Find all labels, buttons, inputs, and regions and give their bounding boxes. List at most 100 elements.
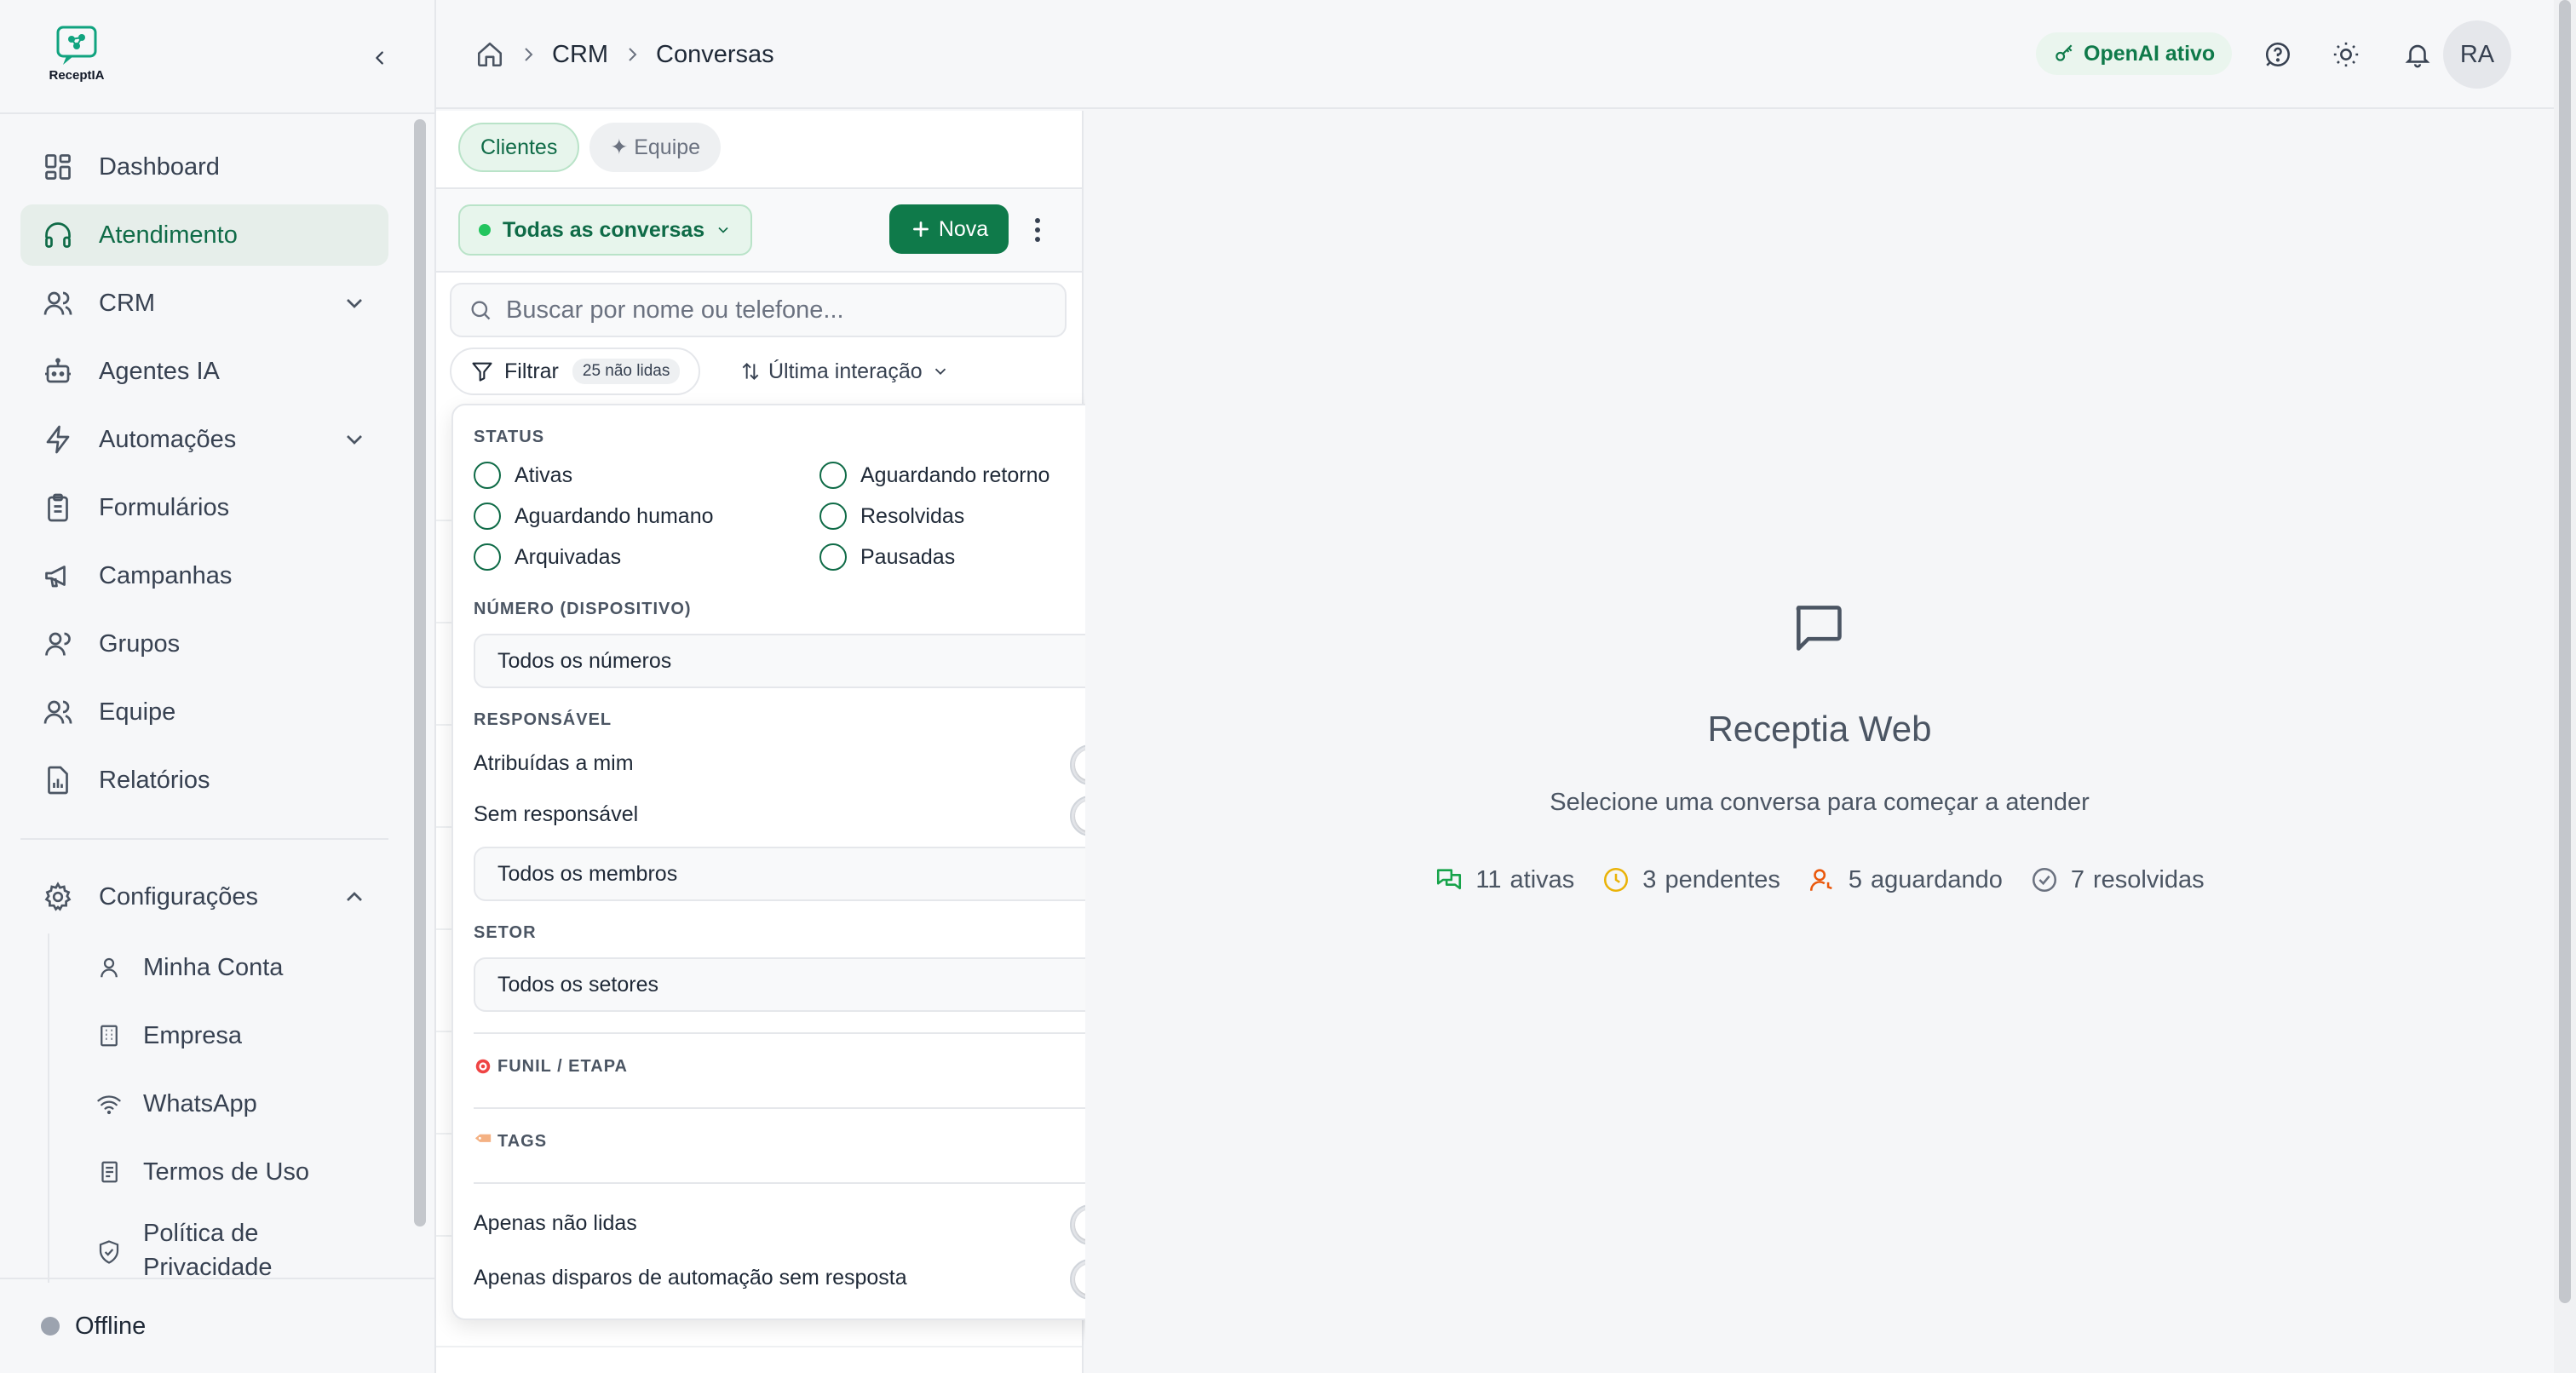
list-divider xyxy=(436,1346,1082,1347)
theme-toggle-button[interactable] xyxy=(2327,36,2365,73)
active-dot xyxy=(479,224,491,236)
avatar[interactable]: RA xyxy=(2443,20,2511,89)
notifications-button[interactable] xyxy=(2399,36,2436,73)
sector-select[interactable]: Todos os setores xyxy=(474,957,1145,1012)
sidebar-item-equipe[interactable]: Equipe xyxy=(20,681,388,743)
bell-icon xyxy=(2405,44,2430,68)
stat-count: 3 xyxy=(1642,865,1657,893)
sidebar-item-label: Relatórios xyxy=(99,766,210,794)
stat-label: resolvidas xyxy=(2093,865,2205,893)
chevron-down-icon xyxy=(934,368,946,376)
message-square-icon xyxy=(1796,606,1842,651)
sidebar-nav: Dashboard Atendimento CRM Agentes IA Aut… xyxy=(20,136,388,818)
sort-arrows-icon xyxy=(742,362,759,381)
openai-status-badge[interactable]: OpenAI ativo xyxy=(2036,32,2233,75)
status-radio-pausadas[interactable]: Pausadas xyxy=(819,543,955,571)
collapse-sidebar-button[interactable] xyxy=(365,43,395,73)
sidebar-item-configuracoes[interactable]: Configurações xyxy=(20,866,388,928)
sidebar-item-crm[interactable]: CRM xyxy=(20,273,388,334)
sidebar-item-formularios[interactable]: Formulários xyxy=(20,477,388,538)
subnav-item-minha-conta[interactable]: Minha Conta xyxy=(49,934,388,1002)
empty-state-subtitle: Selecione uma conversa para começar a at… xyxy=(1550,789,2090,816)
building-icon xyxy=(95,1022,123,1049)
radio-circle xyxy=(819,543,847,571)
new-conversation-button[interactable]: Nova xyxy=(889,204,1009,254)
sidebar: ReceptIA Dashboard Atendimento CRM Agent… xyxy=(0,0,436,1373)
brain-logo-icon xyxy=(56,26,97,65)
more-options-button[interactable] xyxy=(1024,211,1051,249)
breadcrumb: CRM Conversas xyxy=(475,34,774,75)
status-radio-ativas[interactable]: Ativas xyxy=(474,462,572,489)
device-select-value: Todos os números xyxy=(497,648,672,673)
sidebar-item-campanhas[interactable]: Campanhas xyxy=(20,545,388,606)
subnav-item-label: Política de Privacidade xyxy=(143,1220,273,1281)
check-circle-icon xyxy=(2032,867,2056,893)
chevron-left-icon xyxy=(376,51,383,65)
subnav-item-empresa[interactable]: Empresa xyxy=(49,1002,388,1070)
key-icon xyxy=(2056,44,2073,61)
conversation-empty-state: Receptia Web Selecione uma conversa para… xyxy=(1085,111,2554,1373)
member-select[interactable]: Todos os membros xyxy=(474,847,1145,901)
toggle-row-no-owner: Sem responsável xyxy=(474,792,1145,836)
clipboard-icon xyxy=(41,491,75,525)
radio-label: Resolvidas xyxy=(860,503,965,528)
sidebar-item-relatorios[interactable]: Relatórios xyxy=(20,750,388,811)
help-chat-icon xyxy=(2266,42,2291,66)
breadcrumb-crm[interactable]: CRM xyxy=(552,41,608,69)
sidebar-item-agentes-ia[interactable]: Agentes IA xyxy=(20,341,388,402)
headphones-icon xyxy=(41,218,75,252)
status-radio-aguardando-retorno[interactable]: Aguardando retorno xyxy=(819,462,1049,489)
shield-icon xyxy=(95,1238,123,1266)
device-select[interactable]: Todos os números xyxy=(474,634,1145,688)
sidebar-item-label: Equipe xyxy=(99,698,176,726)
page-scrollbar[interactable] xyxy=(2554,0,2576,1373)
subnav-item-termos[interactable]: Termos de Uso xyxy=(49,1138,388,1206)
subnav-item-whatsapp[interactable]: WhatsApp xyxy=(49,1070,388,1138)
sidebar-header: ReceptIA xyxy=(0,0,434,114)
stat-label: pendentes xyxy=(1665,865,1780,893)
nav-divider xyxy=(20,838,388,840)
sidebar-item-label: Grupos xyxy=(99,629,181,658)
stat-label: aguardando xyxy=(1871,865,2003,893)
dashboard-icon xyxy=(41,150,75,184)
radio-circle xyxy=(474,543,501,571)
page-scrollbar-thumb[interactable] xyxy=(2559,0,2571,1303)
tab-clientes[interactable]: Clientes xyxy=(458,123,580,172)
tags-accordion[interactable]: TAGS xyxy=(474,1124,1145,1158)
messages-icon xyxy=(1437,869,1462,890)
sidebar-item-atendimento[interactable]: Atendimento xyxy=(20,204,388,266)
toggle-row-unread-only: Apenas não lidas xyxy=(474,1201,1145,1245)
team-icon xyxy=(41,695,75,729)
help-button[interactable] xyxy=(2259,36,2297,73)
member-select-value: Todos os membros xyxy=(497,861,678,886)
sort-label: Última interação xyxy=(768,359,923,383)
sidebar-item-grupos[interactable]: Grupos xyxy=(20,613,388,675)
filter-button[interactable]: Filtrar 25 não lidas xyxy=(450,348,701,395)
sidebar-item-dashboard[interactable]: Dashboard xyxy=(20,136,388,198)
subnav-item-politica[interactable]: Política de Privacidade xyxy=(49,1206,388,1283)
owner-section-label: RESPONSÁVEL xyxy=(474,710,612,729)
connection-status: Offline xyxy=(0,1278,434,1373)
conversation-scope-dropdown[interactable]: Todas as conversas xyxy=(458,204,753,256)
search-input[interactable] xyxy=(506,296,1034,325)
search-field[interactable] xyxy=(450,283,1067,337)
brand-logo[interactable]: ReceptIA xyxy=(46,26,107,87)
funnel-accordion[interactable]: FUNIL / ETAPA xyxy=(474,1049,1145,1083)
status-radio-aguardando-humano[interactable]: Aguardando humano xyxy=(474,503,714,530)
radio-label: Ativas xyxy=(515,462,573,487)
status-radio-arquivadas[interactable]: Arquivadas xyxy=(474,543,621,571)
sidebar-item-label: Formulários xyxy=(99,493,230,521)
stat-pendentes: 3 pendentes xyxy=(1601,865,1780,894)
sidebar-scrollbar[interactable] xyxy=(414,119,426,1227)
chevron-down-icon xyxy=(718,227,728,233)
stat-resolvidas: 7 resolvidas xyxy=(2030,865,2205,894)
sidebar-item-automacoes[interactable]: Automações xyxy=(20,409,388,470)
home-icon[interactable] xyxy=(475,40,504,69)
tab-equipe[interactable]: ✦ Equipe xyxy=(589,123,722,172)
divider xyxy=(474,1032,1145,1034)
subnav-item-label: Termos de Uso xyxy=(143,1158,310,1186)
users-icon xyxy=(41,286,75,320)
sort-dropdown[interactable]: Última interação xyxy=(739,354,950,388)
status-radio-resolvidas[interactable]: Resolvidas xyxy=(819,503,964,530)
sidebar-item-label: Campanhas xyxy=(99,561,233,589)
